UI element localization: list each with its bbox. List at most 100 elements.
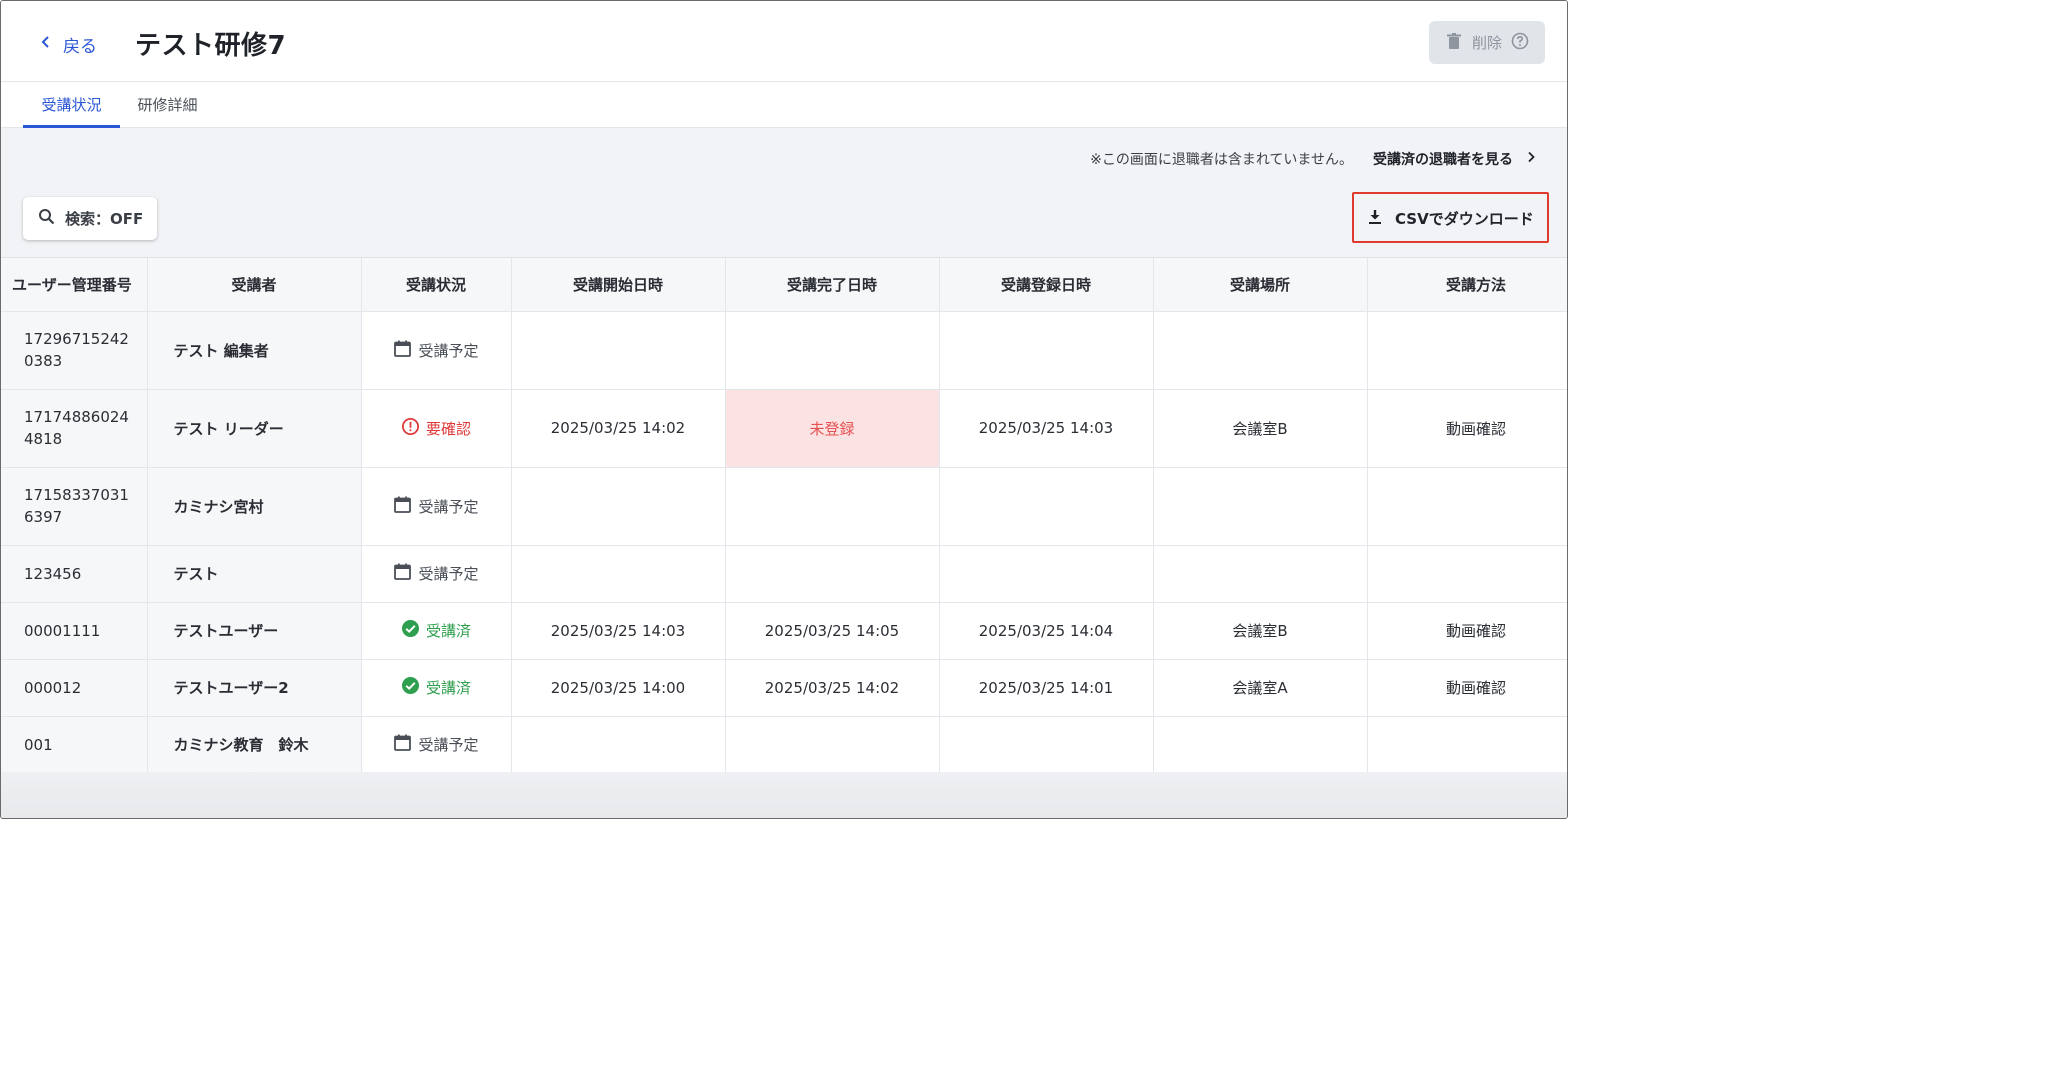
table-row[interactable]: 123456 テスト 受講予定 — [1, 545, 1567, 603]
cell-attendee-name: テスト リーダー — [147, 389, 362, 468]
table-row[interactable]: 17296715242 0383 テスト 編集者 受講予定 — [1, 311, 1567, 390]
header-status[interactable]: 受講状況 — [361, 258, 512, 312]
cell-start-time — [511, 716, 726, 772]
table-row[interactable]: 17174886024 4818 テスト リーダー 要確認 2025/03/25 14:… — [1, 389, 1567, 468]
search-icon — [38, 208, 55, 229]
cell-status: 受講済 — [361, 659, 512, 717]
retiree-notice: ※この画面に退職者は含まれていません。 受講済の退職者を見る — [1090, 149, 1537, 169]
user-id-line: 17296715242 — [24, 330, 129, 348]
cell-start-time: 2025/03/25 14:02 — [511, 389, 726, 468]
cell-user-id: 000012 — [1, 659, 148, 717]
cell-place: 会議室A — [1153, 659, 1368, 717]
attendance-table-container: ユーザー管理番号 受講者 受講状況 受講開始日時 受講完了日時 受講登録日時 受… — [1, 257, 1567, 772]
cell-registered-time — [939, 716, 1154, 772]
delete-label: 削除 — [1471, 34, 1502, 52]
cell-attendee-name: カミナシ教育 鈴木 — [147, 716, 362, 772]
app-window: 戻る テスト研修7 削除 受講状況 研修詳細 ※この画面に退職者は含まれていませ… — [0, 0, 1568, 819]
status-badge: 受講予定 — [393, 733, 479, 756]
alert-circle-icon — [401, 417, 420, 440]
notice-text: ※この画面に退職者は含まれていません。 — [1090, 152, 1353, 168]
cell-place — [1153, 545, 1368, 603]
cell-method — [1367, 467, 1567, 546]
cell-registered-time — [939, 467, 1154, 546]
table-row[interactable]: 000012 テストユーザー2 受講済 2025/03/25 14:00 2025/03… — [1, 659, 1567, 717]
cell-complete-time — [725, 311, 940, 390]
trash-icon — [1445, 32, 1463, 54]
status-label: 受講予定 — [418, 497, 479, 516]
status-label: 受講済 — [425, 622, 471, 640]
cell-method — [1367, 311, 1567, 390]
check-circle-icon — [401, 619, 420, 642]
status-label: 受講済 — [425, 679, 471, 697]
cell-status: 受講予定 — [361, 467, 512, 546]
cell-user-id: 17158337031 6397 — [1, 467, 148, 546]
csv-download-button[interactable]: CSVでダウンロード — [1357, 197, 1544, 240]
cell-method: 動画確認 — [1367, 659, 1567, 717]
table-row[interactable]: 17158337031 6397 カミナシ宮村 受講予定 — [1, 467, 1567, 546]
view-retirees-link[interactable]: 受講済の退職者を見る — [1373, 149, 1537, 169]
csv-download-label: CSVでダウンロード — [1395, 210, 1534, 228]
cell-attendee-name: テストユーザー — [147, 602, 362, 660]
status-badge: 受講済 — [401, 676, 471, 699]
cell-registered-time — [939, 545, 1154, 603]
cell-complete-time — [725, 545, 940, 603]
cell-place: 会議室B — [1153, 389, 1368, 468]
cell-registered-time — [939, 311, 1154, 390]
tab-training-details[interactable]: 研修詳細 — [120, 82, 215, 128]
cell-status: 受講予定 — [361, 716, 512, 772]
tab-bar: 受講状況 研修詳細 — [1, 82, 1567, 128]
cell-complete-time: 2025/03/25 14:02 — [725, 659, 940, 717]
help-icon[interactable] — [1511, 32, 1529, 54]
cell-start-time: 2025/03/25 14:03 — [511, 602, 726, 660]
search-toggle-button[interactable]: 検索：OFF — [23, 197, 157, 240]
status-badge: 受講予定 — [393, 562, 479, 585]
chevron-left-icon — [39, 34, 53, 54]
user-id-line: 123456 — [24, 564, 82, 583]
status-label: 受講予定 — [418, 565, 479, 583]
user-id-line: 4818 — [24, 430, 63, 448]
cell-user-id: 00001111 — [1, 602, 148, 660]
search-label: 検索：OFF — [65, 210, 144, 228]
header-registered-time[interactable]: 受講登録日時 — [939, 258, 1154, 312]
header-method[interactable]: 受講方法 — [1367, 258, 1567, 312]
cell-user-id: 17296715242 0383 — [1, 311, 148, 390]
tab-attendance-status[interactable]: 受講状況 — [23, 82, 120, 128]
header-start-time[interactable]: 受講開始日時 — [511, 258, 726, 312]
table-header-row: ユーザー管理番号 受講者 受講状況 受講開始日時 受講完了日時 受講登録日時 受… — [1, 258, 1567, 312]
table-row[interactable]: 001 カミナシ教育 鈴木 受講予定 — [1, 716, 1567, 772]
chevron-right-icon — [1525, 151, 1537, 167]
header-user-id[interactable]: ユーザー管理番号 — [1, 258, 148, 312]
back-link[interactable]: 戻る — [39, 29, 97, 59]
status-label: 受講予定 — [418, 736, 479, 754]
page-title: テスト研修7 — [135, 31, 287, 61]
cell-status: 受講済 — [361, 602, 512, 660]
cell-user-id: 17174886024 4818 — [1, 389, 148, 468]
attendance-table: ユーザー管理番号 受講者 受講状況 受講開始日時 受講完了日時 受講登録日時 受… — [1, 258, 1567, 772]
cell-start-time: 2025/03/25 14:00 — [511, 659, 726, 717]
status-badge: 要確認 — [401, 417, 471, 440]
cell-place — [1153, 311, 1368, 390]
cell-place — [1153, 716, 1368, 772]
delete-button[interactable]: 削除 — [1429, 21, 1545, 64]
cell-complete-time: 未登録 — [725, 389, 940, 468]
download-icon — [1367, 209, 1383, 229]
calendar-icon — [393, 733, 412, 756]
status-badge: 受講予定 — [393, 495, 479, 518]
table-row[interactable]: 00001111 テストユーザー 受講済 2025/03/25 14:03 2025/0… — [1, 602, 1567, 660]
cell-user-id: 123456 — [1, 545, 148, 603]
calendar-icon — [393, 495, 412, 518]
cell-method: 動画確認 — [1367, 602, 1567, 660]
header-complete-time[interactable]: 受講完了日時 — [725, 258, 940, 312]
cell-user-id: 001 — [1, 716, 148, 772]
cell-registered-time: 2025/03/25 14:03 — [939, 389, 1154, 468]
status-label: 要確認 — [425, 419, 471, 438]
cell-place — [1153, 467, 1368, 546]
cell-attendee-name: テスト — [147, 545, 362, 603]
cell-complete-time: 2025/03/25 14:05 — [725, 602, 940, 660]
header-place[interactable]: 受講場所 — [1153, 258, 1368, 312]
page-header: 戻る テスト研修7 削除 — [1, 1, 1567, 82]
header-attendee[interactable]: 受講者 — [147, 258, 362, 312]
status-badge: 受講済 — [401, 619, 471, 642]
back-label: 戻る — [63, 36, 97, 57]
view-retirees-label: 受講済の退職者を見る — [1373, 152, 1513, 168]
